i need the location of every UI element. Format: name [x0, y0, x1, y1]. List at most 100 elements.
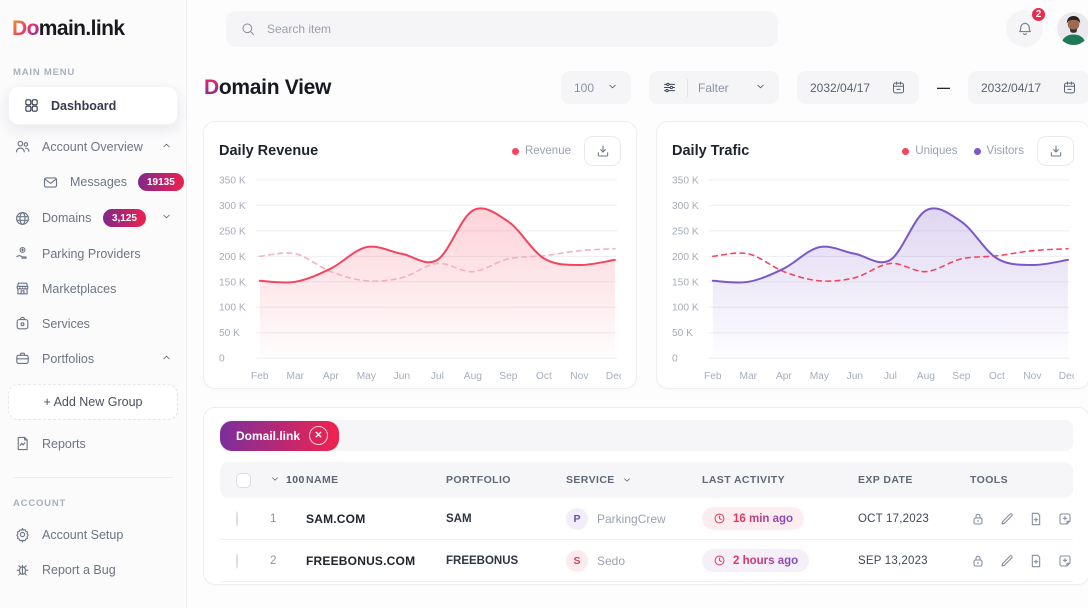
page-size-value: 100: [574, 81, 594, 95]
add-file-icon[interactable]: [1028, 511, 1044, 527]
svg-text:Jul: Jul: [884, 371, 897, 382]
sidebar-item-dashboard[interactable]: Dashboard: [8, 86, 178, 125]
clock-icon: [713, 554, 726, 567]
charts-row: Daily Revenue Revenue 050 K100 K150 K200…: [203, 121, 1088, 389]
account-section-label: ACCOUNT: [13, 498, 173, 509]
download-chart-button[interactable]: [1037, 136, 1074, 166]
sidebar-item-portfolios[interactable]: Portfolios: [0, 341, 186, 376]
last-activity-column-header[interactable]: LAST ACTIVITY: [702, 474, 858, 486]
sidebar-item-report-a-bug[interactable]: Report a Bug: [0, 552, 186, 587]
svg-text:May: May: [810, 371, 829, 382]
legend-item: Revenue: [512, 145, 571, 157]
sidebar-item-domains[interactable]: Domains 3,125: [0, 200, 186, 236]
row-checkbox[interactable]: [236, 511, 238, 527]
add-file-icon[interactable]: [1028, 553, 1044, 569]
main-menu-label: MAIN MENU: [13, 67, 173, 78]
chart-header: Daily Trafic UniquesVisitors: [672, 136, 1074, 166]
exp-date: SEP 13,2023: [858, 555, 970, 567]
content: Domain View 100 Falter 2032/04/17: [187, 55, 1088, 585]
sidebar-item-label: Report a Bug: [42, 563, 116, 577]
svg-text:Apr: Apr: [776, 371, 793, 382]
table-header-row: 100 NAME PORTFOLIO SERVICE LAST ACTIVITY…: [220, 462, 1073, 498]
people-icon: [14, 138, 31, 155]
portfolio-column-header[interactable]: PORTFOLIO: [446, 474, 566, 486]
date-to-picker[interactable]: 2032/04/17: [968, 71, 1088, 104]
sidebar-item-services[interactable]: Services: [0, 306, 186, 341]
table-row[interactable]: 1 SAM.COM SAM P ParkingCrew 16 min ago O…: [220, 498, 1073, 540]
header-controls: 100 Falter 2032/04/17 —: [561, 71, 1088, 104]
sidebar-item-messages[interactable]: Messages 19135: [0, 164, 186, 200]
filter-dropdown[interactable]: Falter: [649, 71, 779, 104]
page-header: Domain View 100 Falter 2032/04/17: [203, 71, 1088, 104]
user-avatar[interactable]: [1057, 12, 1088, 45]
domains-count-badge: 3,125: [103, 209, 146, 227]
daily-traffic-chart: 050 K100 K150 K200 K250 K300 K350 KFebMa…: [672, 170, 1074, 382]
app-logo[interactable]: Domain.link: [0, 0, 186, 47]
search-input[interactable]: [267, 22, 764, 36]
svg-text:50 K: 50 K: [219, 328, 240, 339]
sidebar-item-label: Dashboard: [51, 99, 116, 113]
chart-header: Daily Revenue Revenue: [219, 136, 621, 166]
date-from-value: 2032/04/17: [810, 81, 870, 95]
sidebar-item-marketplaces[interactable]: Marketplaces: [0, 271, 186, 306]
row-number: 2: [270, 555, 306, 567]
date-to-value: 2032/04/17: [981, 81, 1041, 95]
chevron-down-icon: [270, 474, 280, 487]
select-all-checkbox[interactable]: [236, 473, 251, 488]
gear-icon: [14, 526, 31, 543]
add-note-icon[interactable]: [1057, 553, 1073, 569]
daily-revenue-card: Daily Revenue Revenue 050 K100 K150 K200…: [203, 121, 637, 389]
page-size-dropdown[interactable]: 100: [561, 71, 631, 104]
svg-text:Oct: Oct: [536, 371, 552, 382]
service-column-header[interactable]: SERVICE: [566, 474, 702, 486]
filter-value: Falter: [698, 81, 729, 95]
bug-icon: [14, 561, 31, 578]
add-new-group-button[interactable]: + Add New Group: [8, 384, 178, 420]
edit-pencil-icon[interactable]: [999, 511, 1015, 527]
add-note-icon[interactable]: [1057, 511, 1073, 527]
filter-chip-domail-link[interactable]: Domail.link ✕: [220, 421, 339, 451]
bell-icon: [1016, 20, 1034, 38]
chevron-down-icon: [622, 475, 632, 485]
sidebar-item-parking-providers[interactable]: Parking Providers: [0, 236, 186, 271]
sidebar-item-reports[interactable]: Reports: [0, 426, 186, 461]
dashboard-grid-icon: [23, 97, 40, 114]
sidebar: Domain.link MAIN MENU Dashboard Account …: [0, 0, 187, 608]
sidebar-item-account-setup[interactable]: Account Setup: [0, 517, 186, 552]
remove-filter-icon[interactable]: ✕: [309, 426, 328, 445]
svg-text:300 K: 300 K: [672, 201, 699, 212]
service-name: ParkingCrew: [597, 512, 666, 526]
portfolio-name: SAM: [446, 513, 566, 525]
svg-text:350 K: 350 K: [219, 175, 246, 186]
search-bar[interactable]: [226, 11, 778, 47]
chevron-up-icon: [161, 352, 172, 366]
exp-date-column-header[interactable]: EXP DATE: [858, 474, 970, 486]
chart-legend: UniquesVisitors: [902, 145, 1024, 157]
count-sort-header[interactable]: 100: [270, 474, 306, 487]
tools-column-header: TOOLS: [970, 474, 1073, 486]
row-tools: [970, 553, 1073, 569]
svg-text:Jul: Jul: [431, 371, 444, 382]
edit-pencil-icon[interactable]: [999, 553, 1015, 569]
sidebar-item-account-overview[interactable]: Account Overview: [0, 129, 186, 164]
row-checkbox[interactable]: [236, 553, 238, 569]
notifications-button[interactable]: 2: [1006, 10, 1043, 47]
name-column-header[interactable]: NAME: [306, 474, 446, 486]
svg-text:100 K: 100 K: [672, 303, 699, 314]
active-filters-bar: Domail.link ✕: [220, 420, 1073, 451]
page-title: Domain View: [204, 76, 331, 100]
service-initial-avatar: S: [566, 550, 588, 572]
lock-icon[interactable]: [970, 553, 986, 569]
logo-accent: Do: [12, 17, 39, 40]
legend-item: Uniques: [902, 145, 957, 157]
download-chart-button[interactable]: [584, 136, 621, 166]
lock-icon[interactable]: [970, 511, 986, 527]
service-initial-avatar: P: [566, 508, 588, 530]
table-row[interactable]: 2 FREEBONUS.COM FREEBONUS S Sedo 2 hours…: [220, 540, 1073, 582]
download-icon: [1048, 143, 1064, 159]
domain-name: FREEBONUS.COM: [306, 554, 446, 568]
date-from-picker[interactable]: 2032/04/17: [797, 71, 919, 104]
svg-text:May: May: [357, 371, 376, 382]
svg-text:Dec: Dec: [606, 371, 621, 382]
divider: [687, 79, 688, 97]
